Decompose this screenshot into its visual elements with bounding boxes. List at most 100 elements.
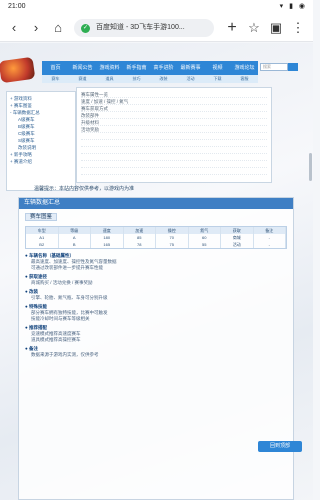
tree-item[interactable]: + 游戏资料 [10,95,72,102]
nav-item[interactable]: 高手进阶 [150,61,177,75]
grid-header-cell: 氮气 [188,227,221,234]
grid-cell: 78 [124,241,156,248]
grid-header-cell: 备注 [253,227,286,234]
content-blocks: ● 车辆名称（基础属性） 最高速度、加速度、操控性及氮气容量数据 可通过改装部件进一… [19,252,293,358]
status-time: 21:00 [8,3,26,10]
subnav-item[interactable]: 下载 [204,75,231,83]
grid-cell: 180 [91,234,124,241]
site-search-input[interactable]: 搜索 [260,63,288,71]
grid-header-cell: 加速 [123,227,156,234]
dropdown-line[interactable]: 赛车获取方式 [81,105,267,112]
dropdown-line[interactable] [81,168,267,175]
dropdown-line[interactable] [81,133,267,140]
block-heading: ● 备注 [25,346,38,351]
content-block: ● 获取途径 商城购买 / 活动兑换 / 赛事奖励 [25,273,287,286]
tree-item[interactable]: S级赛车 [10,137,72,144]
tree-item[interactable]: + 赛道介绍 [10,158,72,165]
tree-item[interactable]: C级赛车 [10,130,72,137]
menu-icon[interactable]: ⋮ [290,20,306,36]
dropdown-line[interactable] [81,147,267,154]
nav-item[interactable]: 视频 [204,61,231,75]
tabs-icon[interactable]: ▣ [268,20,284,36]
block-line: 商城购买 / 活动兑换 / 赛事奖励 [31,280,93,285]
star-icon[interactable]: ☆ [246,20,262,36]
site-search-button[interactable] [288,63,298,71]
dropdown-line[interactable]: 速度 / 加速 / 操控 / 氮气 [81,98,267,105]
content-panel: 车辆数据汇总 赛车图鉴 车型 等级 速度 加速 操控 氮气 获取 备注 A1 A 180 85 70 60… [18,197,294,500]
grid-cell: 活动 [221,241,254,248]
block-line: 数据来源于游戏内实测，仅供参考 [31,352,99,357]
grid-header-cell: 速度 [91,227,124,234]
back-to-top-button[interactable]: 回到顶部 [258,441,302,452]
nav-item[interactable]: 游戏资料 [96,61,123,75]
grid-cell: 55 [189,241,221,248]
web-viewport: 首页 新闻公告 游戏资料 新手指南 高手进阶 最新赛事 视频 游戏论坛 赛车 赛道 道具 技巧 改装活… [0,43,313,500]
chevron-left-icon[interactable]: ‹ [6,20,22,36]
sub-heading-tag: 赛车图鉴 [25,213,58,221]
block-line: 可通过改装部件进一步提升赛车性能 [31,265,103,270]
tree-item[interactable]: B级赛车 [10,123,72,130]
nav-item[interactable]: 新闻公告 [69,61,96,75]
nav-item[interactable]: 新手指南 [123,61,150,75]
grid-cell: A1 [26,234,59,241]
subnav-item[interactable]: 赛车 [42,75,69,83]
grid-cell: - [254,241,286,248]
status-bar: 21:00 ▾ ▮ ◉ [0,0,313,14]
site-logo[interactable] [0,56,36,84]
block-heading: ● 改装 [25,289,38,294]
nav-item[interactable]: 最新赛事 [177,61,204,75]
block-heading: ● 推荐搭配 [25,325,47,330]
block-heading: ● 特殊技能 [25,304,47,309]
block-line: 技能冷却时间与赛车等级相关 [31,316,90,321]
web-page: 首页 新闻公告 游戏资料 新手指南 高手进阶 最新赛事 视频 游戏论坛 赛车 赛道 道具 技巧 改装活… [0,51,298,500]
dropdown-line[interactable] [81,140,267,147]
subnav-item[interactable]: 客服 [231,75,258,83]
grid-cell: B2 [26,241,59,248]
subnav-item[interactable]: 活动 [177,75,204,83]
dropdown-line[interactable]: 升级材料 [81,119,267,126]
grid-row: A1 A 180 85 70 60 商城 - [26,234,286,241]
content-block: ● 备注 数据来源于游戏内实测，仅供参考 [25,345,287,358]
grid-header-cell: 获取 [221,227,254,234]
dropdown-line[interactable] [81,161,267,168]
browser-toolbar: ‹ › ⌂ ✓ 百度知道 - 3D飞车手游100... + ☆ ▣ ⋮ [0,14,313,42]
tree-item[interactable]: + 赛车图鉴 [10,102,72,109]
dropdown-line[interactable] [81,154,267,161]
tree-item[interactable]: - 车辆数据汇总 [10,109,72,116]
block-line: 道具模式推荐高操控赛车 [31,337,81,342]
grid-cell: 商城 [221,234,254,241]
sub-heading: 赛车图鉴 [25,213,287,222]
block-heading: ● 车辆名称（基础属性） [25,253,74,258]
nav-item[interactable]: 首页 [42,61,69,75]
nav-dropdown-panel: 赛车属性一览 速度 / 加速 / 操控 / 氮气 赛车获取方式 改装部件 升级材料 活动奖… [76,87,272,183]
subnav-item[interactable]: 技巧 [123,75,150,83]
grid-cell: - [254,234,286,241]
scrollbar-thumb[interactable] [309,153,312,181]
tree-item[interactable]: A级赛车 [10,116,72,123]
subnav-item[interactable]: 改装 [150,75,177,83]
subnav-item[interactable]: 赛道 [69,75,96,83]
tree-item[interactable]: 改装说明 [10,144,72,151]
subnav-item[interactable]: 道具 [96,75,123,83]
grid-cell: A [59,234,91,241]
content-block: ● 改装 引擎、轮胎、氮气瓶、车身可分别升级 [25,288,287,301]
grid-header-cell: 操控 [156,227,189,234]
grid-cell: 85 [124,234,156,241]
content-block: ● 特殊技能 部分赛车拥有独特技能，比赛中可触发 技能冷却时间与赛车等级相关 [25,303,287,322]
data-grid: 车型 等级 速度 加速 操控 氮气 获取 备注 A1 A 180 85 70 60 商城 - B2 B 165 78 7… [25,226,287,249]
nav-item[interactable]: 游戏论坛 [231,61,258,75]
dropdown-line[interactable]: 改装部件 [81,112,267,119]
content-block: ● 推荐搭配 竞速模式推荐高速度赛车 道具模式推荐高操控赛车 [25,324,287,343]
home-icon[interactable]: ⌂ [50,20,66,36]
url-text: 百度知道 - 3D飞车手游100... [96,24,185,31]
tree-item[interactable]: + 新手攻略 [10,151,72,158]
dropdown-line[interactable]: 活动奖励 [81,126,267,133]
section-title: 车辆数据汇总 [19,198,293,209]
dropdown-line[interactable]: 赛车属性一览 [81,91,267,98]
plus-icon[interactable]: + [224,20,240,36]
block-heading: ● 获取途径 [25,274,47,279]
address-bar[interactable]: ✓ 百度知道 - 3D飞车手游100... [74,19,214,37]
system-icons: ▾ ▮ ◉ [279,3,307,10]
block-line: 引擎、轮胎、氮气瓶、车身可分别升级 [31,295,108,300]
chevron-right-icon[interactable]: › [28,20,44,36]
